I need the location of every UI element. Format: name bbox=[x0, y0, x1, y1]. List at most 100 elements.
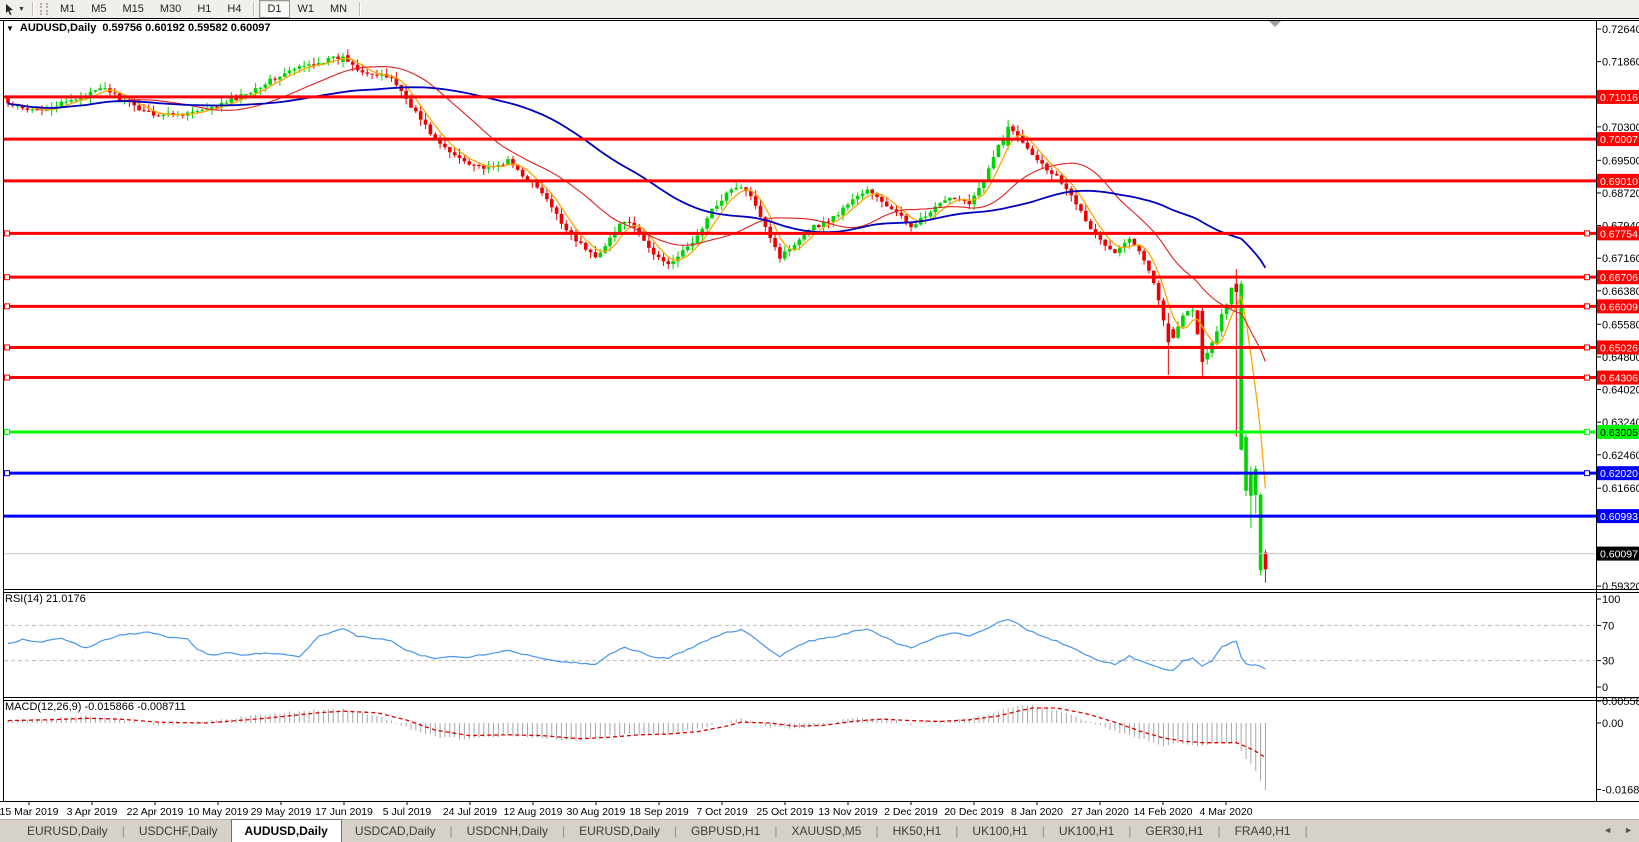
candle-body bbox=[98, 88, 102, 90]
level-handle[interactable] bbox=[1585, 275, 1590, 280]
candle-body bbox=[846, 205, 850, 208]
candle-body bbox=[472, 165, 476, 166]
timeframe-m5-button[interactable]: M5 bbox=[83, 0, 114, 18]
level-handle[interactable] bbox=[1585, 231, 1590, 236]
candle-body bbox=[1162, 300, 1166, 320]
level-handle[interactable] bbox=[1585, 345, 1590, 350]
timeframe-d1-button[interactable]: D1 bbox=[259, 0, 289, 18]
candle-body bbox=[836, 215, 840, 216]
timeframe-h4-button[interactable]: H4 bbox=[219, 0, 249, 18]
level-handle[interactable] bbox=[5, 345, 10, 350]
top-toolbar: ▼ M1 M5 M15 M30 H1 H4 D1 W1 MN bbox=[0, 0, 1639, 19]
date-label: 3 Apr 2019 bbox=[67, 806, 118, 818]
candle-body bbox=[1133, 239, 1137, 245]
price-tick-label: 0.64020 bbox=[1602, 385, 1639, 397]
level-handle[interactable] bbox=[1585, 471, 1590, 476]
tab-uk100-h1-2[interactable]: UK100,H1 bbox=[1046, 821, 1127, 842]
candle-body bbox=[298, 66, 302, 68]
candle-body bbox=[26, 108, 30, 110]
tab-audusd-daily[interactable]: AUDUSD,Daily bbox=[231, 819, 342, 842]
candle-body bbox=[191, 112, 195, 113]
candle-body bbox=[132, 102, 136, 106]
candle-body bbox=[1264, 553, 1268, 570]
candle-body bbox=[60, 102, 64, 107]
timeframe-m30-button[interactable]: M30 bbox=[152, 0, 189, 18]
date-label: 17 Jun 2019 bbox=[315, 806, 373, 818]
tab-fra40-h1[interactable]: FRA40,H1 bbox=[1222, 821, 1304, 842]
tab-usdcnh-daily[interactable]: USDCNH,Daily bbox=[454, 821, 561, 842]
level-handle[interactable] bbox=[1585, 375, 1590, 380]
date-label: 24 Jul 2019 bbox=[443, 806, 497, 818]
level-handle[interactable] bbox=[5, 471, 10, 476]
tab-uk100-h1[interactable]: UK100,H1 bbox=[959, 821, 1040, 842]
price-tick-label: 0.65580 bbox=[1602, 319, 1639, 331]
candle-body bbox=[293, 69, 297, 71]
price-tick-label: 0.69500 bbox=[1602, 155, 1639, 167]
level-handle[interactable] bbox=[1585, 304, 1590, 309]
date-label: 29 May 2019 bbox=[251, 806, 312, 818]
tab-usdchf-daily[interactable]: USDCHF,Daily bbox=[126, 821, 231, 842]
timeframe-m1-button[interactable]: M1 bbox=[52, 0, 83, 18]
candle-body bbox=[890, 206, 894, 209]
tab-usdcad-daily[interactable]: USDCAD,Daily bbox=[342, 821, 449, 842]
candle-body bbox=[1089, 221, 1093, 229]
candle-body bbox=[356, 65, 360, 71]
tab-eurusd-daily-2[interactable]: EURUSD,Daily bbox=[566, 821, 673, 842]
candle-body bbox=[798, 239, 802, 245]
tab-scroll-right-icon[interactable]: ► bbox=[1624, 825, 1633, 835]
level-handle[interactable] bbox=[5, 275, 10, 280]
candle-body bbox=[967, 201, 971, 204]
timeframe-h1-button[interactable]: H1 bbox=[189, 0, 219, 18]
level-handle[interactable] bbox=[5, 304, 10, 309]
candle-body bbox=[730, 189, 734, 192]
level-handle[interactable] bbox=[1585, 429, 1590, 434]
candle-body bbox=[249, 93, 253, 94]
candle-body bbox=[230, 98, 234, 102]
candle-body bbox=[870, 190, 874, 193]
candle-body bbox=[1031, 148, 1035, 155]
candle-body bbox=[1249, 472, 1253, 496]
tab-ger30-h1[interactable]: GER30,H1 bbox=[1132, 821, 1216, 842]
candle-body bbox=[1176, 327, 1180, 338]
candle-body bbox=[336, 57, 340, 59]
candle-body bbox=[720, 201, 724, 206]
tab-xauusd-m5[interactable]: XAUUSD,M5 bbox=[778, 821, 874, 842]
timeframe-mn-button[interactable]: MN bbox=[322, 0, 355, 18]
candle-body bbox=[424, 120, 428, 125]
tab-gbpusd-h1[interactable]: GBPUSD,H1 bbox=[678, 821, 773, 842]
crosshair-tool-button[interactable]: ▼ bbox=[0, 1, 28, 17]
candle-body bbox=[1011, 126, 1015, 131]
level-handle[interactable] bbox=[5, 231, 10, 236]
candle-body bbox=[1065, 183, 1069, 188]
one-click-collapse-icon[interactable]: ▼ bbox=[6, 24, 14, 33]
candle-body bbox=[851, 199, 855, 204]
timeframe-w1-button[interactable]: W1 bbox=[290, 0, 323, 18]
candle-body bbox=[147, 111, 151, 112]
candle-body bbox=[565, 224, 569, 230]
candle-body bbox=[370, 74, 374, 75]
macd-tick-label: 0.005587 bbox=[1602, 696, 1639, 708]
candle-body bbox=[880, 197, 884, 202]
price-tick-label: 0.67160 bbox=[1602, 253, 1639, 265]
candle-body bbox=[1142, 251, 1146, 260]
toolbar-grip[interactable] bbox=[40, 3, 48, 15]
candle-body bbox=[1205, 353, 1209, 359]
tab-hk50-h1[interactable]: HK50,H1 bbox=[880, 821, 955, 842]
candle-body bbox=[584, 243, 588, 250]
candle-body bbox=[254, 88, 258, 93]
chart-canvas[interactable]: 0.726400.718600.703000.695000.687200.679… bbox=[0, 18, 1639, 819]
candle-body bbox=[608, 238, 612, 247]
price-tick-label: 0.70300 bbox=[1602, 122, 1639, 134]
date-label: 20 Dec 2019 bbox=[944, 806, 1004, 818]
candle-body bbox=[331, 57, 335, 58]
date-label: 13 Nov 2019 bbox=[818, 806, 878, 818]
candle-body bbox=[103, 88, 107, 89]
tab-eurusd-daily[interactable]: EURUSD,Daily bbox=[14, 821, 121, 842]
timeframe-m15-button[interactable]: M15 bbox=[115, 0, 152, 18]
candle-body bbox=[555, 207, 559, 214]
level-handle[interactable] bbox=[5, 375, 10, 380]
date-label: 7 Oct 2019 bbox=[696, 806, 748, 818]
level-handle[interactable] bbox=[5, 429, 10, 434]
candle-body bbox=[1074, 195, 1078, 204]
tab-scroll-left-icon[interactable]: ◄ bbox=[1603, 825, 1612, 835]
